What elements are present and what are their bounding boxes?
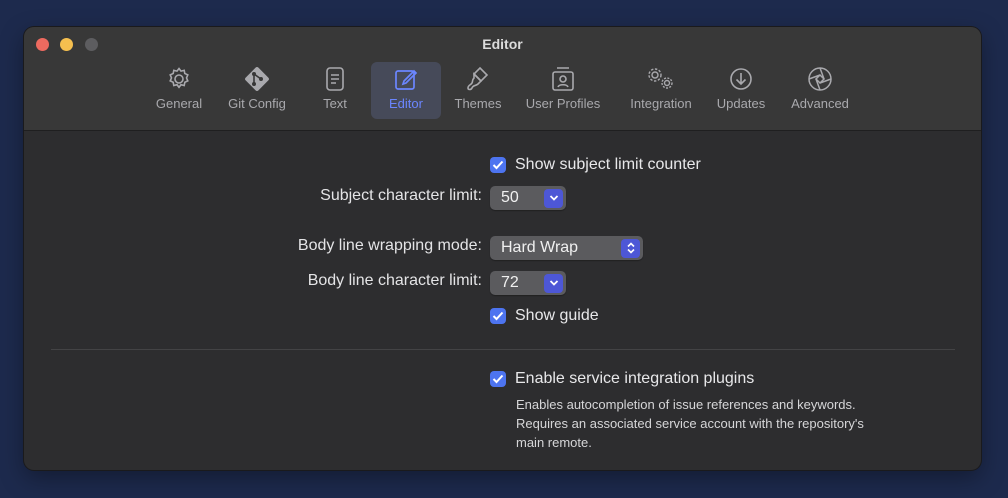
preferences-window: Editor General Git Config Text Editor Th… xyxy=(24,27,981,470)
user-profile-icon xyxy=(550,62,576,96)
tab-label: Updates xyxy=(716,96,766,111)
tab-git-config[interactable]: Git Config xyxy=(219,62,295,119)
editor-settings-panel: Show subject limit counter Subject chara… xyxy=(24,131,981,470)
edit-icon xyxy=(393,62,419,96)
tab-label: Text xyxy=(323,96,347,111)
checkbox-label: Show guide xyxy=(515,307,599,324)
enable-integration-checkbox[interactable]: Enable service integration plugins xyxy=(490,370,754,388)
tab-updates[interactable]: Updates xyxy=(710,62,772,119)
wrap-mode-select[interactable]: Hard Wrap xyxy=(490,236,643,260)
description-line: Requires an associated service account w… xyxy=(516,416,864,431)
tab-editor[interactable]: Editor xyxy=(371,62,441,119)
document-icon xyxy=(324,62,346,96)
tab-user-profiles[interactable]: User Profiles xyxy=(518,62,608,119)
checkmark-icon xyxy=(490,157,506,173)
description-line: Enables autocompletion of issue referenc… xyxy=(516,397,856,412)
gear-icon xyxy=(166,62,192,96)
subject-limit-select[interactable]: 50 xyxy=(490,186,566,210)
wrap-mode-label: Body line wrapping mode: xyxy=(297,237,482,254)
aperture-icon xyxy=(806,62,834,96)
tab-label: Themes xyxy=(454,96,502,111)
integration-description: Enables autocompletion of issue referenc… xyxy=(516,395,936,452)
body-limit-label: Body line character limit: xyxy=(307,272,482,289)
chevron-down-icon xyxy=(544,188,563,208)
select-value: 72 xyxy=(501,274,519,291)
paintbrush-icon xyxy=(465,62,491,96)
section-divider xyxy=(51,349,955,350)
checkbox-label: Show subject limit counter xyxy=(515,156,701,173)
tab-text[interactable]: Text xyxy=(312,62,358,119)
git-icon xyxy=(243,62,271,96)
tab-label: General xyxy=(155,96,203,111)
window-title: Editor xyxy=(482,36,523,52)
checkmark-icon xyxy=(490,308,506,324)
select-value: Hard Wrap xyxy=(501,239,579,256)
tab-themes[interactable]: Themes xyxy=(447,62,509,119)
chevron-down-icon xyxy=(544,273,563,293)
chevron-updown-icon xyxy=(621,238,640,258)
show-guide-checkbox[interactable]: Show guide xyxy=(490,307,599,325)
tab-label: User Profiles xyxy=(525,96,601,111)
toolbar: Editor General Git Config Text Editor Th… xyxy=(24,27,981,131)
tab-label: Editor xyxy=(389,96,423,111)
checkmark-icon xyxy=(490,371,506,387)
tab-general[interactable]: General xyxy=(148,62,210,119)
tab-label: Git Config xyxy=(228,96,286,111)
description-line: main remote. xyxy=(516,435,592,450)
download-icon xyxy=(728,62,754,96)
gears-icon xyxy=(644,62,678,96)
tab-label: Integration xyxy=(630,96,692,111)
select-value: 50 xyxy=(501,189,519,206)
subject-limit-label: Subject character limit: xyxy=(320,187,482,204)
tab-label: Advanced xyxy=(791,96,849,111)
checkbox-label: Enable service integration plugins xyxy=(515,370,755,387)
tab-integration[interactable]: Integration xyxy=(622,62,700,119)
body-limit-select[interactable]: 72 xyxy=(490,271,566,295)
tab-advanced[interactable]: Advanced xyxy=(784,62,856,119)
show-subject-counter-checkbox[interactable]: Show subject limit counter xyxy=(490,156,701,174)
